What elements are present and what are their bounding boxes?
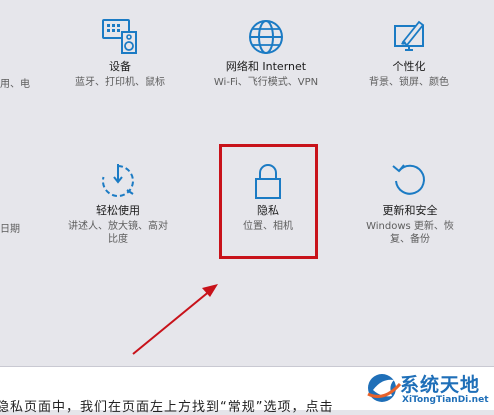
settings-home: 用、电 日期 设备 蓝牙、打印机、鼠标 网络和 Internet Wi-Fi、飞… <box>0 0 494 366</box>
watermark-url: XiTongTianDi.net <box>402 395 489 405</box>
annotation-arrow <box>132 284 218 355</box>
article-text: 隐私页面中，我们在页面左上方找到“常规”选项，点击 <box>0 400 334 415</box>
watermark-name: 系统天地 <box>400 374 481 396</box>
watermark-logo: 系统天地 XiTongTianDi.net <box>364 367 490 409</box>
globe-logo-icon <box>367 374 402 402</box>
